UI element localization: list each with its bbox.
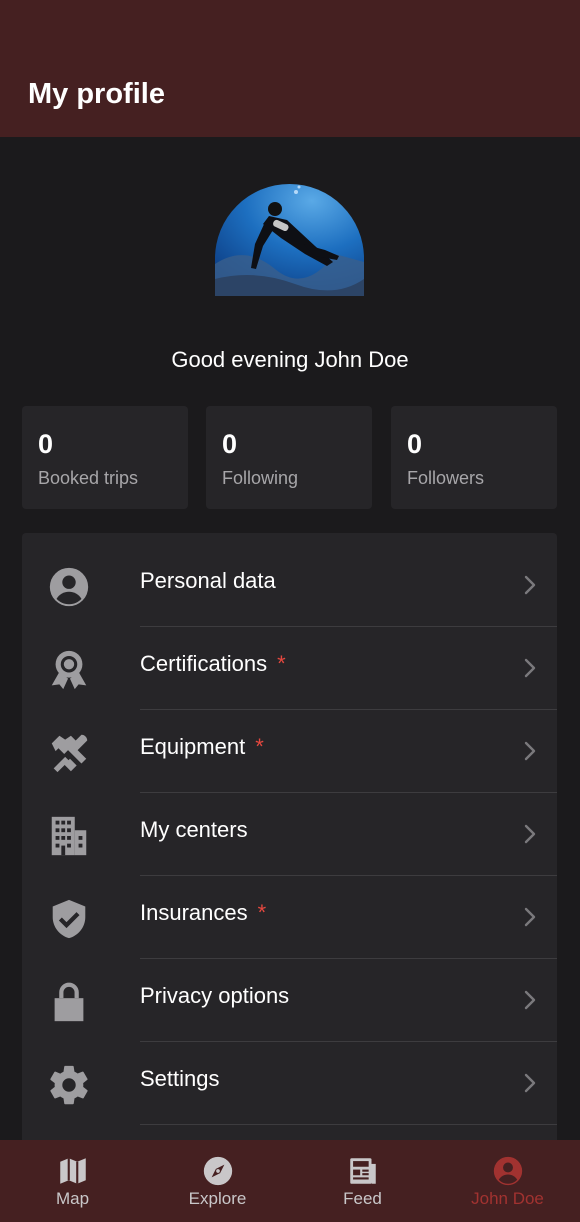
nav-label: John Doe — [471, 1189, 544, 1208]
nav-label: Map — [55, 1189, 90, 1208]
stats-row: 0 Booked trips 0 Following 0 Followers — [22, 406, 557, 509]
menu-item-equipment[interactable]: Equipment * — [22, 710, 557, 793]
compass-icon — [201, 1154, 235, 1188]
menu-item-insurances[interactable]: Insurances * — [22, 876, 557, 959]
required-marker: * — [277, 651, 286, 676]
stat-value: 0 — [38, 429, 54, 459]
stat-booked-trips[interactable]: 0 Booked trips — [22, 406, 188, 509]
menu-item-privacy-options[interactable]: Privacy options — [22, 959, 557, 1042]
nav-feed[interactable]: Feed — [290, 1140, 435, 1222]
nav-map[interactable]: Map — [0, 1140, 145, 1222]
nav-explore[interactable]: Explore — [145, 1140, 290, 1222]
menu-item-label: Settings — [140, 1066, 220, 1091]
stat-value: 0 — [222, 429, 238, 459]
chevron-right-icon — [524, 1073, 536, 1093]
menu-item-label: Certifications * — [140, 651, 286, 676]
nav-label: Explore — [188, 1189, 247, 1208]
required-marker: * — [255, 734, 264, 759]
account-icon — [491, 1154, 525, 1188]
map-icon — [56, 1154, 90, 1188]
stat-label: Following — [222, 468, 299, 488]
stat-following[interactable]: 0 Following — [206, 406, 372, 509]
nav-profile[interactable]: John Doe — [435, 1140, 580, 1222]
menu-item-label: Personal data — [140, 568, 276, 593]
stat-value: 0 — [407, 429, 423, 459]
award-icon — [46, 647, 92, 693]
chevron-right-icon — [524, 907, 536, 927]
stat-followers[interactable]: 0 Followers — [391, 406, 557, 509]
menu-item-settings[interactable]: Settings — [22, 1042, 557, 1125]
shield-check-icon — [46, 896, 92, 942]
chevron-right-icon — [524, 990, 536, 1010]
bottom-navigation: Map Explore Feed John Doe — [0, 1140, 580, 1222]
building-icon — [46, 813, 92, 859]
divider — [140, 1124, 557, 1125]
chevron-right-icon — [524, 741, 536, 761]
tools-icon — [46, 730, 92, 776]
required-marker: * — [257, 900, 267, 925]
nav-label: Feed — [343, 1189, 382, 1208]
person-icon — [46, 564, 92, 610]
menu-item-my-centers[interactable]: My centers — [22, 793, 557, 876]
app-header: My profile — [0, 0, 580, 137]
stat-label: Followers — [407, 468, 485, 488]
menu-item-label: Insurances * — [140, 900, 267, 925]
menu-item-personal-data[interactable]: Personal data — [22, 544, 557, 627]
stat-label: Booked trips — [38, 468, 139, 488]
chevron-right-icon — [524, 824, 536, 844]
chevron-right-icon — [524, 575, 536, 595]
profile-menu: Personal data Certifications * Equipment *… — [22, 533, 557, 1143]
menu-item-label: My centers — [140, 817, 248, 842]
newspaper-icon — [346, 1154, 380, 1188]
profile-avatar[interactable] — [215, 184, 364, 296]
greeting-text: Good evening John Doe — [171, 347, 409, 372]
page-title: My profile — [28, 78, 165, 110]
lock-icon — [46, 979, 92, 1025]
chevron-right-icon — [524, 658, 536, 678]
menu-item-certifications[interactable]: Certifications * — [22, 627, 557, 710]
menu-item-label: Equipment * — [140, 734, 264, 759]
menu-item-label: Privacy options — [140, 983, 290, 1008]
gear-icon — [46, 1062, 92, 1108]
